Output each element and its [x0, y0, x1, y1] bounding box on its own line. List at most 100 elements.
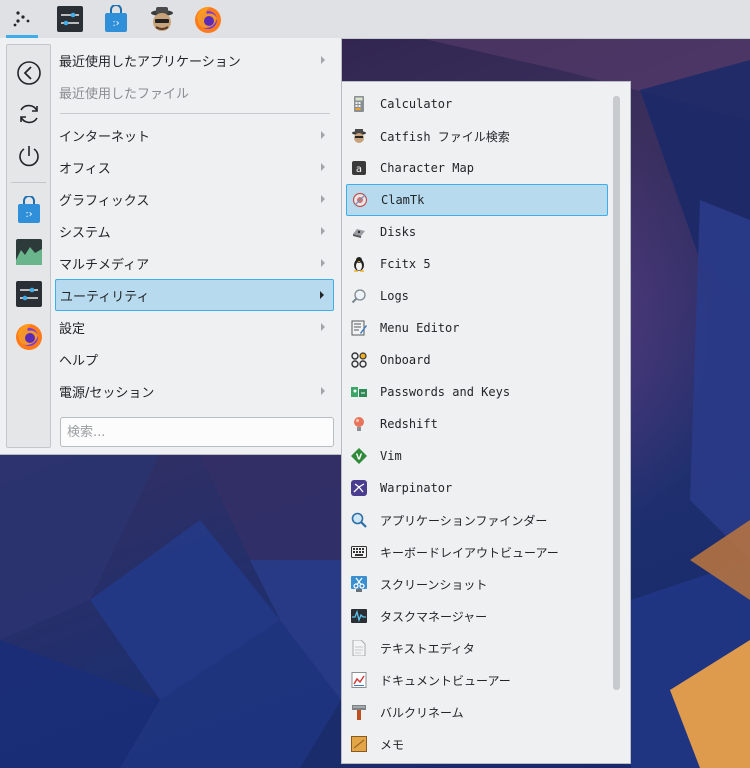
software-store-bag-icon[interactable]: :›	[100, 3, 132, 35]
settings-sliders-icon[interactable]	[54, 3, 86, 35]
submenu-item-label: Menu Editor	[380, 321, 460, 335]
svg-text:a: a	[356, 164, 362, 175]
bulk-rename-icon	[351, 704, 367, 720]
menu-item-graphics[interactable]: グラフィックス	[55, 184, 334, 214]
submenu-item-bulk-rename[interactable]: バルクリネーム	[346, 696, 608, 728]
menu-item-settings[interactable]: 設定	[55, 312, 334, 342]
app-launcher-icon[interactable]	[6, 3, 38, 38]
chevron-right-icon	[321, 56, 325, 64]
submenu-item-character-map[interactable]: a Character Map	[346, 152, 608, 184]
keyboard-icon	[351, 544, 367, 560]
submenu-item-label: スクリーンショット	[380, 577, 488, 592]
submenu-item-notes[interactable]: メモ	[346, 728, 608, 760]
submenu-item-app-finder[interactable]: アプリケーションファインダー	[346, 504, 608, 536]
menu-editor-icon	[351, 320, 367, 336]
submenu-item-disks[interactable]: Disks	[346, 216, 608, 248]
top-panel: :›	[0, 0, 750, 39]
submenu-item-passwords-keys[interactable]: Passwords and Keys	[346, 376, 608, 408]
task-manager-icon	[351, 608, 367, 624]
firefox-icon[interactable]	[12, 319, 45, 352]
submenu-item-label: ドキュメントビューアー	[380, 673, 511, 688]
menu-item-system[interactable]: システム	[55, 216, 334, 246]
penguin-icon	[351, 256, 367, 272]
menu-item-multimedia[interactable]: マルチメディア	[55, 248, 334, 278]
menu-separator	[60, 113, 330, 114]
submenu-item-fcitx[interactable]: Fcitx 5	[346, 248, 608, 280]
submenu-item-label: アプリケーションファインダー	[380, 513, 548, 528]
submenu-item-text-editor[interactable]: テキストエディタ	[346, 632, 608, 664]
vim-icon: V	[351, 448, 367, 464]
submenu-item-keyboard-layout-viewer[interactable]: キーボードレイアウトビューアー	[346, 536, 608, 568]
menu-item-help[interactable]: ヘルプ	[55, 344, 334, 374]
menu-item-office[interactable]: オフィス	[55, 152, 334, 182]
submenu-item-label: バルクリネーム	[380, 705, 464, 720]
warpinator-icon	[351, 480, 367, 496]
catfish-icon	[351, 128, 367, 144]
chevron-right-icon	[321, 323, 325, 331]
submenu-item-label: Logs	[380, 289, 409, 303]
submenu-item-label: Warpinator	[380, 481, 453, 495]
submenu-item-redshift[interactable]: Redshift	[346, 408, 608, 440]
menu-item-label: オフィス	[59, 161, 111, 177]
menu-item-recent-files[interactable]: 最近使用したファイル	[55, 77, 334, 107]
utilities-submenu: Calculator Catfish ファイル検索 a Character Ma…	[341, 81, 631, 764]
submenu-item-menu-editor[interactable]: Menu Editor	[346, 312, 608, 344]
submenu-item-vim[interactable]: V Vim	[346, 440, 608, 472]
menu-item-label: 設定	[59, 321, 86, 337]
refresh-icon[interactable]	[12, 97, 45, 130]
redshift-bulb-icon	[351, 416, 367, 432]
calculator-icon	[351, 96, 367, 112]
menu-item-label: 最近使用したアプリケーション	[59, 54, 241, 70]
submenu-item-screenshot[interactable]: スクリーンショット	[346, 568, 608, 600]
logs-magnifier-icon	[351, 288, 367, 304]
submenu-item-label: Vim	[380, 449, 402, 463]
screenshot-scissors-icon	[351, 576, 367, 592]
character-map-icon: a	[351, 160, 367, 176]
submenu-item-label: テキストエディタ	[380, 641, 475, 656]
software-store-bag-icon[interactable]: :›	[12, 193, 45, 226]
search-input[interactable]	[60, 417, 334, 447]
settings-sliders-icon[interactable]	[12, 277, 45, 310]
menu-item-internet[interactable]: インターネット	[55, 120, 334, 150]
catfish-search-icon[interactable]	[146, 3, 178, 35]
svg-text::›: :›	[112, 18, 119, 29]
submenu-item-label: Calculator	[380, 97, 453, 111]
submenu-item-onboard[interactable]: Onboard	[346, 344, 608, 376]
submenu-item-label: ClamTk	[381, 193, 425, 207]
menu-item-recent-apps[interactable]: 最近使用したアプリケーション	[55, 45, 334, 75]
chevron-right-icon	[320, 291, 324, 299]
submenu-item-label: Fcitx 5	[380, 257, 431, 271]
menu-item-label: ヘルプ	[59, 353, 99, 369]
firefox-icon[interactable]	[192, 3, 224, 35]
menu-item-power-session[interactable]: 電源/セッション	[55, 376, 334, 406]
text-editor-icon	[351, 640, 367, 656]
menu-item-label: グラフィックス	[59, 193, 150, 209]
menu-item-label: システム	[59, 225, 111, 241]
svg-text::›: :›	[25, 209, 32, 220]
submenu-item-label: Catfish ファイル検索	[380, 129, 510, 144]
menu-item-utilities[interactable]: ユーティリティ	[55, 279, 334, 311]
back-arrow-icon[interactable]	[12, 56, 45, 89]
power-icon[interactable]	[12, 139, 45, 172]
system-monitor-icon[interactable]	[12, 235, 45, 268]
submenu-item-label: Passwords and Keys	[380, 385, 511, 399]
submenu-item-catfish[interactable]: Catfish ファイル検索	[346, 120, 608, 152]
chevron-right-icon	[321, 259, 325, 267]
menu-item-label: 電源/セッション	[59, 385, 155, 401]
submenu-item-warpinator[interactable]: Warpinator	[346, 472, 608, 504]
application-menu: :› 最近使用したアプリケーション 最近使用したファイル インターネット オフィ…	[0, 38, 342, 455]
submenu-item-logs[interactable]: Logs	[346, 280, 608, 312]
app-finder-magnifier-icon	[351, 512, 367, 528]
notes-icon	[351, 736, 367, 752]
submenu-scrollbar[interactable]	[613, 96, 620, 690]
submenu-item-label: キーボードレイアウトビューアー	[380, 545, 559, 560]
menu-item-label: インターネット	[59, 129, 151, 145]
onboard-keyboard-icon	[351, 352, 367, 368]
submenu-item-label: タスクマネージャー	[380, 609, 488, 624]
submenu-item-clamtk[interactable]: ClamTk	[346, 184, 608, 216]
submenu-item-label: メモ	[380, 737, 405, 752]
submenu-item-task-manager[interactable]: タスクマネージャー	[346, 600, 608, 632]
submenu-item-document-viewer[interactable]: ドキュメントビューアー	[346, 664, 608, 696]
chevron-right-icon	[321, 387, 325, 395]
submenu-item-calculator[interactable]: Calculator	[346, 88, 608, 120]
